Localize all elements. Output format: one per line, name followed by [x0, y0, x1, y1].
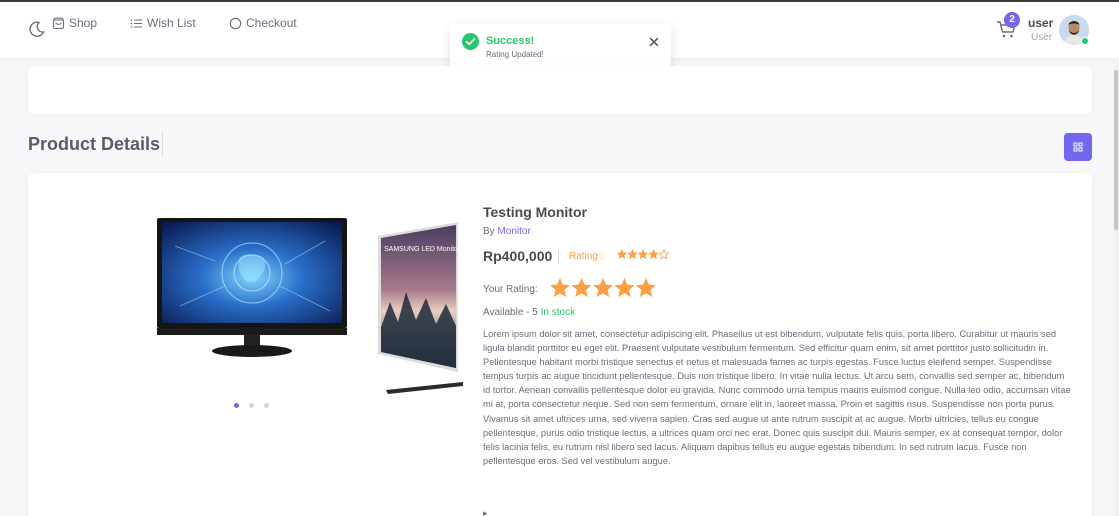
product-image-monitor[interactable]: [155, 216, 349, 362]
grid-icon: [1073, 142, 1083, 152]
star-outline-icon: [658, 249, 669, 260]
rating-stars: [617, 249, 669, 260]
product-image-samsung-monitor[interactable]: SAMSUNG LED Monitor: [378, 222, 463, 404]
rating-label: Rating :: [569, 251, 604, 262]
star-icon: [550, 278, 570, 297]
star-icon: [571, 278, 592, 297]
moon-icon[interactable]: [28, 20, 46, 38]
carousel-dot-3[interactable]: [264, 403, 269, 408]
check-circle-icon: [462, 33, 479, 50]
success-toast: Success! Rating Updated!: [450, 24, 671, 72]
star-icon: [627, 249, 638, 260]
star-icon: [636, 278, 656, 297]
user-role: User: [1031, 32, 1053, 43]
carousel-dot-2[interactable]: [249, 403, 254, 408]
shop-nav-card: [28, 66, 1092, 114]
cart-count-badge: 2: [1004, 12, 1020, 28]
list-icon: [130, 19, 142, 28]
nav-item-label: Wish List: [147, 16, 196, 30]
nav-item-label: Shop: [69, 16, 98, 30]
toast-title: Success!: [486, 35, 535, 47]
nav-item-label: Checkout: [246, 16, 297, 30]
category-link[interactable]: Monitor: [497, 226, 530, 237]
toast-message: Rating Updated!: [486, 50, 544, 59]
shopping-bag-icon: [52, 17, 65, 30]
product-name: Testing Monitor: [483, 204, 587, 220]
more-content-hint: ▸: [483, 508, 488, 516]
user-name[interactable]: user: [1028, 16, 1053, 30]
stock-status: In stock: [540, 307, 576, 318]
your-rating-label: Your Rating:: [483, 284, 538, 295]
page-title: Product Details: [28, 134, 161, 154]
star-icon: [614, 278, 635, 297]
star-icon: [617, 249, 628, 260]
brand-label: SAMSUNG LED Monitor: [384, 246, 461, 253]
availability-label: Available - 5: [483, 307, 538, 318]
title-divider: [162, 132, 163, 156]
star-icon: [637, 249, 649, 260]
price-divider: [558, 250, 559, 264]
circle-icon: [229, 17, 242, 30]
carousel-dot-1[interactable]: [234, 403, 239, 408]
scrollbar-thumb[interactable]: [1114, 70, 1118, 230]
star-icon: [593, 278, 613, 297]
product-description: Lorem ipsum dolor sit amet, consectetur …: [483, 329, 1071, 466]
by-label: By: [483, 226, 495, 237]
product-price: Rp400,000: [483, 248, 553, 264]
your-rating-stars[interactable]: [549, 277, 659, 299]
grid-view-button[interactable]: [1064, 133, 1092, 161]
online-status-dot: [1081, 37, 1089, 45]
star-icon: [648, 249, 659, 260]
close-icon[interactable]: [648, 36, 660, 48]
availability: Available - 5 In stock: [483, 307, 575, 318]
product-brand: By Monitor: [483, 226, 531, 237]
